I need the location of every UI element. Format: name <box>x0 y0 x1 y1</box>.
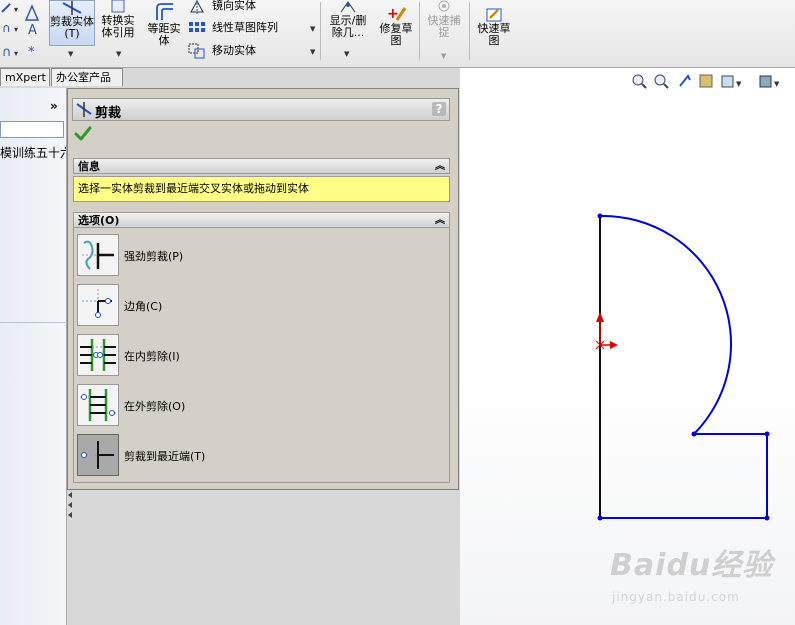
feature-manager-strip <box>0 88 67 625</box>
convert-entities-label: 转换实体引用 <box>101 14 135 39</box>
toolbar-separator <box>320 2 321 60</box>
property-manager-header <box>72 98 450 121</box>
origin-axes-icon <box>595 312 618 350</box>
tab-office-products[interactable]: 办公室产品 <box>51 68 123 86</box>
offset-entities-button[interactable]: 等距实体 <box>143 2 185 47</box>
trim-away-inside-label[interactable]: 在内剪除(I) <box>124 348 180 364</box>
mirror-entities-item[interactable]: 镜向实体 <box>212 0 256 12</box>
linear-pattern-dropdown-arrow[interactable]: ▼ <box>310 25 315 33</box>
trim-to-closest-option-button[interactable] <box>77 434 119 476</box>
feature-tree-root-item[interactable]: 模训练五十六 <box>0 144 66 161</box>
trim-to-closest-icon <box>81 441 114 469</box>
snaps-dropdown-arrow[interactable]: ▼ <box>441 52 446 60</box>
move-dropdown-arrow[interactable]: ▼ <box>310 48 315 56</box>
toolbar-separator <box>419 2 420 60</box>
watermark-url: jingyan.baidu.com <box>612 590 740 604</box>
mirror-icon <box>190 0 204 14</box>
trim-header-icon <box>76 102 92 117</box>
splitter-arrow-icon <box>68 502 72 508</box>
options-section-title: 选项(O) <box>78 214 120 227</box>
corner-trim-icon <box>82 289 112 318</box>
repair-sketch-icon: + <box>387 6 407 22</box>
svg-text:▾: ▾ <box>14 25 18 34</box>
move-entities-item[interactable]: 移动实体 <box>212 45 256 57</box>
info-message-box: 选择一实体剪裁到最近端交叉实体或拖动到实体 <box>73 176 450 202</box>
sketch-tools-stub-icon[interactable]: ▾ ∩ ▾ A ∩ ▾ * <box>0 0 46 62</box>
trim-away-outside-option-button[interactable] <box>77 384 119 426</box>
rapid-sketch-icon <box>486 8 502 22</box>
repair-sketch-button[interactable]: + 修复草图 <box>376 6 416 47</box>
svg-text:▾: ▾ <box>14 5 18 14</box>
power-trim-label[interactable]: 强劲剪裁(P) <box>124 248 183 264</box>
offset-entities-icon <box>156 3 173 20</box>
rapid-sketch-button[interactable]: 快速草图 <box>474 6 514 47</box>
relations-icon <box>340 1 356 13</box>
splitter-arrow-icon <box>68 512 72 518</box>
trim-entities-button[interactable]: 剪裁实体(T) <box>49 0 95 46</box>
repair-sketch-label: 修复草图 <box>379 22 413 47</box>
relations-dropdown-arrow[interactable]: ▼ <box>344 50 349 58</box>
svg-text:▾: ▾ <box>14 49 18 58</box>
tab-simulationxpert[interactable]: mXpert <box>0 68 50 86</box>
convert-entities-button[interactable]: 转换实体引用 <box>98 0 138 39</box>
svg-text:∩: ∩ <box>2 21 11 35</box>
toolbar-separator <box>469 2 470 60</box>
trim-outside-icon <box>80 389 116 421</box>
options-section-header[interactable]: 选项(O) ︽ <box>73 212 450 228</box>
info-section-header[interactable]: 信息 ︽ <box>73 158 450 174</box>
sketch-endpoint[interactable] <box>764 431 770 437</box>
panel-splitter-handle[interactable] <box>67 490 75 520</box>
baidu-watermark: Baidu经验 <box>610 548 774 583</box>
quick-snaps-button[interactable]: 快速捕捉 <box>424 0 464 39</box>
display-delete-relations-button[interactable]: 显示/删除几... <box>326 0 370 39</box>
property-manager-title: 剪裁 <box>95 106 122 121</box>
collapse-icon[interactable]: ︽ <box>435 213 445 228</box>
sketch-arc[interactable] <box>599 214 733 435</box>
strip-divider <box>0 322 67 323</box>
trim-dropdown-arrow[interactable]: ▼ <box>68 50 73 58</box>
sketch-toolbar: ▾ ∩ ▾ A ∩ ▾ * 剪裁实体(T) ▼ 转换实体引用 ▼ 等距实体 镜向… <box>0 0 795 68</box>
corner-label[interactable]: 边角(C) <box>124 298 162 314</box>
quick-snaps-label: 快速捕捉 <box>427 14 461 39</box>
info-section-title: 信息 <box>78 160 100 173</box>
sketch-endpoint[interactable] <box>764 515 770 521</box>
linear-pattern-icon <box>189 22 205 32</box>
svg-text:∩: ∩ <box>2 45 12 60</box>
move-entities-icon <box>188 43 205 59</box>
corner-option-button[interactable] <box>77 284 119 326</box>
trim-inside-icon <box>80 339 116 371</box>
collapse-icon[interactable]: ︽ <box>435 159 445 174</box>
rapid-sketch-label: 快速草图 <box>477 22 511 47</box>
sketch-endpoint[interactable] <box>597 213 603 219</box>
svg-text:*: * <box>28 45 35 60</box>
trim-to-closest-label[interactable]: 剪裁到最近端(T) <box>124 448 205 464</box>
sketch-endpoint[interactable] <box>597 515 603 521</box>
svg-text:A: A <box>28 23 37 38</box>
convert-entities-icon <box>111 0 125 13</box>
trim-icon <box>62 1 82 15</box>
quick-snaps-icon <box>438 0 450 12</box>
trim-away-inside-option-button[interactable] <box>77 334 119 376</box>
offset-entities-label: 等距实体 <box>147 22 181 47</box>
power-trim-icon <box>82 240 114 270</box>
splitter-arrow-icon <box>68 492 72 498</box>
addin-tabs: mXpert 办公室产品 <box>0 68 124 88</box>
linear-pattern-item[interactable]: 线性草图阵列 <box>212 22 278 34</box>
ok-checkmark-icon[interactable] <box>74 126 92 142</box>
expand-panel-icon[interactable]: » <box>50 99 58 113</box>
convert-dropdown-arrow[interactable]: ▼ <box>116 50 121 58</box>
help-icon[interactable]: ? <box>432 102 446 116</box>
trim-away-outside-label[interactable]: 在外剪除(O) <box>124 398 185 414</box>
sketch-endpoint[interactable] <box>691 431 697 437</box>
display-delete-relations-label: 显示/删除几... <box>329 14 367 39</box>
power-trim-option-button[interactable] <box>77 234 119 276</box>
trim-entities-label: 剪裁实体(T) <box>50 15 94 40</box>
feature-filter-input[interactable] <box>0 121 64 138</box>
info-message: 选择一实体剪裁到最近端交叉实体或拖动到实体 <box>78 182 309 195</box>
